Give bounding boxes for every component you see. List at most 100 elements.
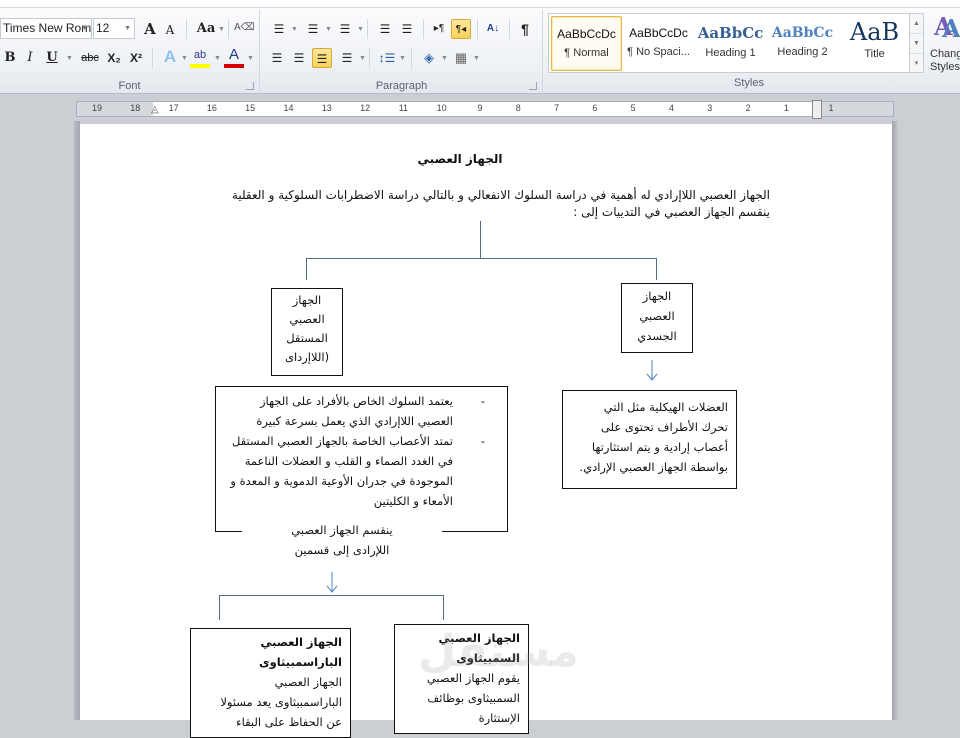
bullet-line: العصبي اللاإرادي الذي يعمل بسرعة كبيرة xyxy=(256,414,453,428)
font-group: Times New Rom ▼ 12 ▼ A A Aa ▼ A⌫ B I U ▼ a… xyxy=(0,10,260,94)
center-button[interactable]: ☰ xyxy=(289,48,309,68)
style-normal[interactable]: AaBbCcDc ¶ Normal xyxy=(551,16,622,71)
sort-button[interactable]: A↓ xyxy=(483,19,503,39)
autonomic-division-text: ينقسم الجهاز العصبي اللإرادى إلى قسمين xyxy=(242,520,442,560)
ltr-icon: ▸¶ xyxy=(433,23,445,34)
shrink-font-button[interactable]: A xyxy=(160,20,180,40)
clear-formatting-button[interactable]: A⌫ xyxy=(234,18,255,38)
style-title[interactable]: AaB Title xyxy=(839,16,910,71)
styles-scroll-down[interactable]: ▼ xyxy=(910,34,923,54)
style-preview: AaBbCcDc xyxy=(629,26,688,40)
increase-indent-button[interactable]: ☰ xyxy=(397,19,417,39)
shading-button[interactable]: ◈ xyxy=(419,48,439,68)
style-name: Heading 1 xyxy=(705,47,756,59)
align-right-icon: ☰ xyxy=(316,52,328,66)
style-heading-1[interactable]: AaBbCc Heading 1 xyxy=(695,16,766,71)
underline-button[interactable]: U xyxy=(42,48,62,68)
align-right-button[interactable]: ☰ xyxy=(312,48,332,68)
box-line: (اللاإرداى xyxy=(284,350,330,364)
justify-icon: ☰ xyxy=(341,51,353,65)
ruler-number: 10 xyxy=(436,103,447,113)
rtl-direction-button[interactable]: ¶◂ xyxy=(451,19,471,39)
box-line: الباراسمبيثاوى يعد مسئولا xyxy=(220,695,342,709)
decrease-indent-button[interactable]: ☰ xyxy=(375,19,395,39)
horizontal-ruler[interactable]: 19 18 17 16 15 14 13 12 11 10 9 8 7 6 5 4 3 2 1 1 ◬ xyxy=(76,100,894,119)
clear-formatting-icon: A⌫ xyxy=(234,22,255,33)
ruler-number: 3 xyxy=(707,103,713,113)
font-name-combo[interactable]: Times New Rom ▼ xyxy=(0,18,92,39)
text-effects-button[interactable]: A xyxy=(160,47,180,67)
highlight-button[interactable]: ab xyxy=(190,47,210,68)
subscript-button[interactable]: X₂ xyxy=(104,48,124,68)
superscript-button[interactable]: X² xyxy=(126,48,146,68)
autonomic-bullets: - يعتمد السلوك الخاص بالأفراد على الجهاز… xyxy=(216,391,503,511)
box-line: السمبيثاوى بوظائف xyxy=(427,691,520,705)
box-line: المستقل xyxy=(286,331,328,345)
text-effects-icon: A xyxy=(163,47,177,66)
change-styles-line1: Chang xyxy=(930,48,960,60)
styles-more-button[interactable]: ▾ xyxy=(910,54,923,74)
styles-scroll: ▲ ▼ ▾ xyxy=(910,13,924,73)
italic-button[interactable]: I xyxy=(20,48,40,68)
grow-font-button[interactable]: A xyxy=(140,19,160,39)
show-marks-button[interactable]: ¶ xyxy=(515,19,535,39)
numbering-button[interactable]: ☰ xyxy=(303,19,323,39)
separator xyxy=(423,19,424,39)
paragraph-dialog-launcher[interactable]: ↘ xyxy=(529,82,537,90)
chevron-down-icon: ▼ xyxy=(218,26,225,33)
ruler-number: 11 xyxy=(398,103,409,113)
subscript-icon: X₂ xyxy=(107,51,121,65)
italic-icon: I xyxy=(27,50,33,65)
style-preview: AaBbCc xyxy=(771,25,834,41)
ruler-number: 1 xyxy=(783,103,789,113)
superscript-icon: X² xyxy=(130,51,142,65)
bold-button[interactable]: B xyxy=(0,48,20,68)
ruler-number: 1 xyxy=(828,103,834,113)
line-spacing-icon: ↕☰ xyxy=(378,51,396,65)
chevron-down-icon: ▼ xyxy=(399,55,406,62)
bullets-button[interactable]: ☰ xyxy=(269,19,289,39)
style-no-spacing[interactable]: AaBbCcDc ¶ No Spaci... xyxy=(623,16,694,71)
change-case-button[interactable]: Aa xyxy=(194,19,218,39)
font-color-button[interactable]: A xyxy=(224,47,244,68)
separator xyxy=(369,48,370,68)
ruler-number: 13 xyxy=(321,103,332,113)
parasympathetic-system-box: الجهاز العصبي الباراسمبيثاوى الجهاز العص… xyxy=(190,628,351,738)
style-preview: AaB xyxy=(849,18,900,46)
ruler-number: 8 xyxy=(515,103,521,113)
align-left-button[interactable]: ☰ xyxy=(267,48,287,68)
ruler-numbers: 19 18 17 16 15 14 13 12 11 10 9 8 7 6 5 4 3 2 1 1 xyxy=(77,102,893,116)
font-size-combo[interactable]: 12 ▼ xyxy=(93,18,135,39)
underline-icon: U xyxy=(46,50,58,65)
box-line: الجهاز xyxy=(292,293,322,307)
multilevel-list-button[interactable]: ☰ xyxy=(335,19,355,39)
styles-scroll-up[interactable]: ▲ xyxy=(910,14,923,34)
justify-button[interactable]: ☰ xyxy=(337,48,357,68)
font-dialog-launcher[interactable]: ↘ xyxy=(246,82,254,90)
ruler-number: 17 xyxy=(168,103,179,113)
shrink-font-icon: A xyxy=(165,23,175,37)
chevron-down-icon: ▼ xyxy=(357,26,364,33)
change-styles-button[interactable]: A A Chang Styles xyxy=(926,12,960,76)
ruler-number: 9 xyxy=(477,103,483,113)
separator xyxy=(367,19,368,39)
left-indent-marker[interactable]: ◬ xyxy=(151,104,159,115)
arrow-down-icon xyxy=(326,572,338,593)
right-indent-marker[interactable] xyxy=(812,100,822,119)
borders-button[interactable]: ▦ xyxy=(451,48,471,68)
desc-line: أعصاب إرادية و يتم استثارتها xyxy=(591,440,728,454)
bullet-line: الموجودة في جدران الأوعية الدموية و المع… xyxy=(230,474,453,488)
line-spacing-button[interactable]: ↕☰ xyxy=(377,48,397,68)
autonomic-description-box: - يعتمد السلوك الخاص بالأفراد على الجهاز… xyxy=(215,386,508,532)
styles-gallery: AaBbCcDc ¶ Normal AaBbCcDc ¶ No Spaci...… xyxy=(548,13,910,73)
change-styles-line2: Styles xyxy=(930,61,960,73)
font-name-value: Times New Rom xyxy=(3,21,92,35)
ltr-direction-button[interactable]: ▸¶ xyxy=(429,19,449,39)
multilevel-list-icon: ☰ xyxy=(339,22,351,36)
style-heading-2[interactable]: AaBbCc Heading 2 xyxy=(767,16,838,71)
bold-icon: B xyxy=(4,50,16,65)
bullet-dash: - xyxy=(480,394,485,408)
strikethrough-button[interactable]: abc xyxy=(78,48,102,68)
ruler-number: 2 xyxy=(745,103,751,113)
bullet-item: - يعتمد السلوك الخاص بالأفراد على الجهاز… xyxy=(216,391,503,431)
